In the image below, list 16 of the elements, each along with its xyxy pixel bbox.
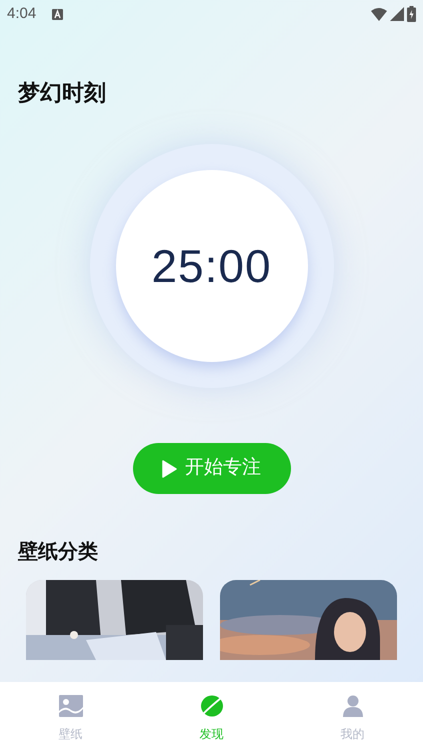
page-title: 梦幻时刻 (17, 79, 107, 107)
start-focus-button[interactable]: 开始专注 (132, 443, 290, 494)
section-heading: 壁纸分类 (16, 540, 99, 565)
wifi-icon (371, 8, 387, 20)
leaf-icon (200, 695, 224, 717)
user-icon (342, 695, 362, 717)
status-time: 4:04 (7, 4, 36, 24)
battery-icon (407, 6, 416, 22)
nav-tab[interactable]: 发现 (141, 682, 282, 753)
notification-icon (52, 8, 64, 20)
nav-tab[interactable]: 我的 (282, 682, 423, 753)
play-icon (162, 460, 177, 478)
image-icon (58, 695, 82, 717)
signal-icon (390, 7, 404, 21)
nav-tab[interactable]: 壁纸 (0, 682, 141, 753)
timer-display: 25:00 (151, 238, 272, 294)
